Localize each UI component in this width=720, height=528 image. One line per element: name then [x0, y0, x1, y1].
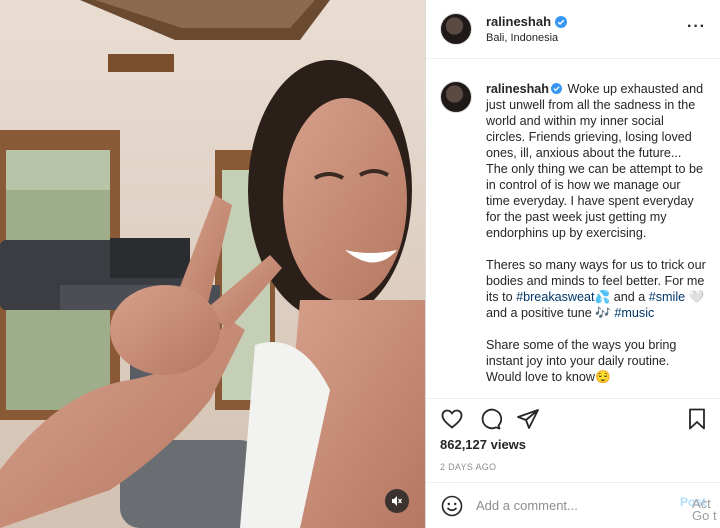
action-bar [426, 398, 720, 438]
share-icon[interactable] [516, 407, 540, 431]
header-username[interactable]: ralineshah [486, 14, 568, 29]
caption-text-segment: 💦 and a [594, 290, 649, 304]
hashtag-breakasweat[interactable]: #breakasweat [516, 290, 594, 304]
more-icon[interactable]: ··· [687, 19, 706, 35]
caption-body-1: Woke up exhausted and just unwell from a… [486, 82, 704, 240]
post-sidebar: ralineshah Bali, Indonesia ··· ralinesha… [425, 0, 720, 528]
verified-icon [551, 83, 562, 94]
location-link[interactable]: Bali, Indonesia [486, 32, 567, 44]
speaker-muted-icon [392, 496, 402, 506]
heart-icon[interactable] [440, 407, 464, 431]
comment-input[interactable]: Add a comment... [476, 498, 680, 513]
caption-text: ralineshah Woke up exhausted and just un… [486, 81, 706, 399]
os-activation-watermark: Act Go t [692, 498, 717, 522]
comment-icon[interactable] [478, 407, 502, 431]
verified-icon [555, 15, 568, 28]
header-user: ralineshah Bali, Indonesia [486, 14, 568, 44]
bookmark-icon[interactable] [685, 407, 709, 431]
hashtag-smile[interactable]: #smile [649, 290, 685, 304]
caption: ralineshah Woke up exhausted and just un… [426, 59, 720, 399]
comment-bar: Add a comment... Post [426, 482, 720, 528]
mute-button[interactable] [385, 489, 409, 513]
caption-username[interactable]: ralineshah [486, 82, 549, 96]
post-timestamp[interactable]: 2 DAYS AGO [440, 462, 496, 472]
caption-paragraph-3: Share some of the ways you bring instant… [486, 338, 677, 384]
video-frame [0, 0, 425, 528]
view-count[interactable]: 862,127 views [440, 437, 526, 452]
post-header: ralineshah Bali, Indonesia ··· [426, 0, 720, 59]
emoji-icon[interactable] [440, 494, 464, 518]
post-video[interactable] [0, 0, 425, 528]
avatar[interactable] [440, 13, 472, 45]
header-username-text[interactable]: ralineshah [486, 14, 551, 29]
caption-paragraph-1: ralineshah Woke up exhausted and just un… [486, 81, 706, 241]
caption-avatar[interactable] [440, 81, 472, 113]
caption-paragraph-2: Theres so many ways for us to trick our … [486, 257, 706, 321]
hashtag-music[interactable]: #music [614, 306, 654, 320]
